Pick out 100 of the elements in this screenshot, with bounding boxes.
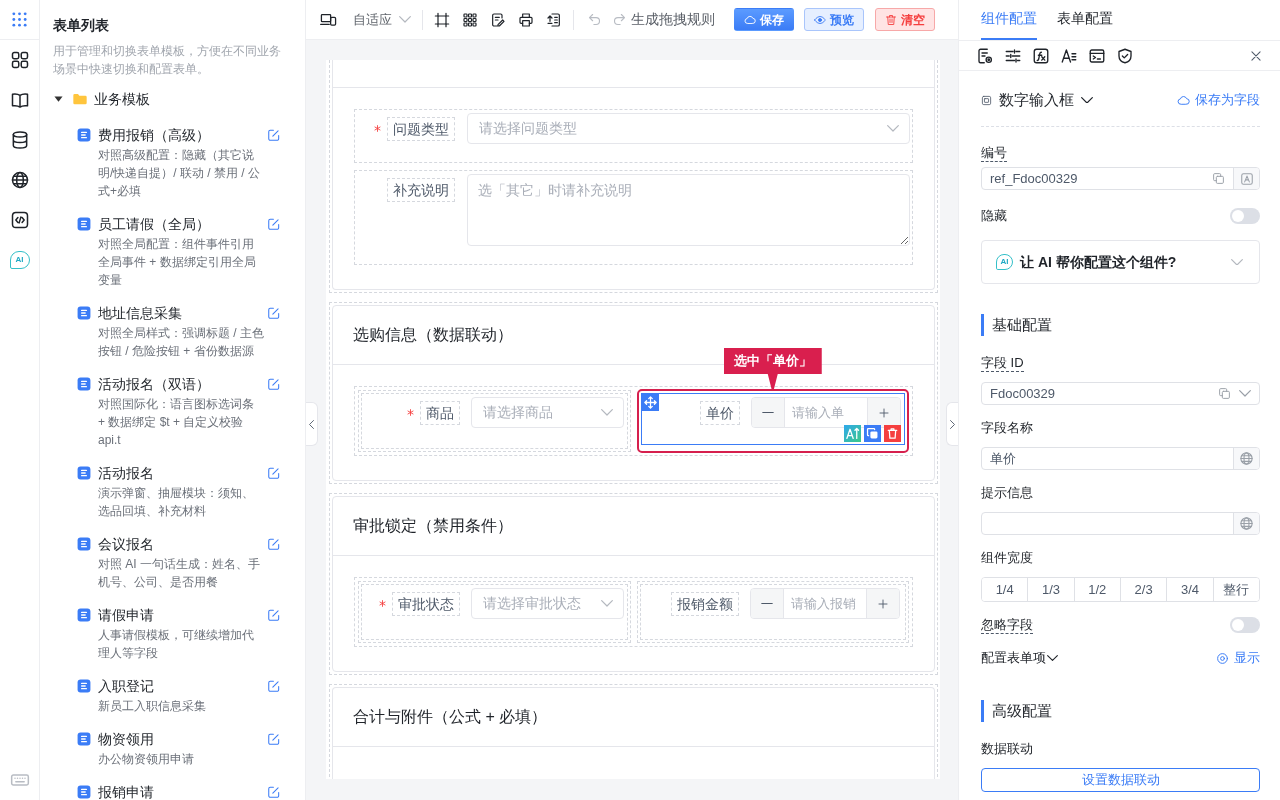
tab[interactable]: 组件配置	[981, 0, 1037, 40]
cloud-icon	[1177, 93, 1190, 107]
text-icon	[1239, 171, 1254, 186]
toggle-switch[interactable]	[1230, 617, 1260, 633]
field-label: 隐藏	[981, 207, 1007, 225]
input-box[interactable]: ref_Fdoc00329	[981, 167, 1260, 190]
minus-icon	[761, 411, 774, 414]
plus-icon	[877, 406, 890, 419]
document-arrow-icon[interactable]	[546, 11, 562, 28]
template-title[interactable]: 入职登记	[98, 676, 264, 696]
chevron-down-icon[interactable]	[1231, 258, 1243, 266]
crop-icon[interactable]	[434, 11, 450, 28]
increment-button[interactable]	[865, 589, 899, 618]
edit-icon[interactable]	[267, 306, 281, 320]
group-title: 高级配置	[981, 700, 1260, 722]
code-icon[interactable]	[9, 210, 30, 230]
chevron-down-icon	[600, 409, 613, 416]
generate-rules-button[interactable]: 生成拖拽规则	[631, 9, 715, 30]
translate-button[interactable]	[1233, 513, 1259, 534]
shield-check-icon[interactable]	[1116, 46, 1134, 65]
edit-icon[interactable]	[267, 732, 281, 746]
grid-icon[interactable]	[9, 50, 30, 70]
chevron-down-icon	[600, 600, 613, 607]
template-title[interactable]: 活动报名（双语）	[98, 374, 264, 394]
show-button[interactable]: 显示	[1216, 648, 1260, 668]
edit-icon[interactable]	[267, 785, 281, 799]
copy-icon[interactable]	[864, 425, 881, 442]
save-as-field-button[interactable]: 保存为字段	[1177, 90, 1260, 110]
edit-icon[interactable]	[267, 679, 281, 693]
field-label: 编号	[981, 144, 1007, 162]
text-format-button[interactable]	[1233, 168, 1259, 189]
textarea-field[interactable]: 选「其它」时请补充说明	[467, 174, 910, 246]
template-title[interactable]: 请假申请	[98, 605, 264, 625]
component-type-dropdown[interactable]: 数字输入框	[981, 88, 1093, 112]
field-label: 忽略字段	[981, 616, 1033, 634]
field-label: 字段名称	[981, 419, 1033, 437]
edit-document-icon[interactable]	[490, 11, 506, 28]
move-icon[interactable]	[641, 394, 659, 411]
devices-icon[interactable]	[320, 11, 337, 28]
edit-icon[interactable]	[267, 466, 281, 480]
document-icon	[77, 785, 91, 799]
edit-icon[interactable]	[267, 608, 281, 622]
globe-icon	[1239, 451, 1254, 466]
apps-icon[interactable]	[11, 11, 28, 28]
template-title[interactable]: 报销申请	[98, 782, 264, 800]
width-option[interactable]: 1/4	[982, 578, 1029, 601]
copy-icon[interactable]	[1218, 387, 1231, 400]
template-description: 对照全局样式：强调标题 / 主色按钮 / 危险按钮 + 省份数据源	[98, 325, 264, 360]
input-box[interactable]	[981, 512, 1260, 535]
copy-icon[interactable]	[1212, 172, 1225, 185]
text-size-icon[interactable]	[844, 425, 861, 442]
plus-icon	[876, 597, 889, 610]
text-style-icon[interactable]	[1060, 46, 1078, 65]
device-mode-dropdown[interactable]: 自适应	[353, 7, 411, 32]
text-input[interactable]: ref_Fdoc00329	[982, 168, 1212, 189]
minus-icon	[760, 602, 773, 605]
input-box[interactable]: 单价	[981, 447, 1260, 470]
template-title[interactable]: 员工请假（全局）	[98, 214, 264, 234]
template-title[interactable]: 物资领用	[98, 729, 264, 749]
book-icon[interactable]	[9, 90, 30, 110]
template-title[interactable]: 地址信息采集	[98, 303, 264, 323]
chevron-down-icon	[1081, 96, 1093, 104]
function-icon[interactable]	[1032, 46, 1050, 65]
selection-tooltip: 选中「单价」	[723, 348, 822, 391]
toggle-switch[interactable]	[1230, 208, 1260, 224]
text-input[interactable]: 单价	[982, 448, 1233, 469]
template-title[interactable]: 费用报销（高级）	[98, 125, 264, 145]
section-title: 合计与附件（公式 + 必填）	[353, 707, 548, 727]
edit-icon[interactable]	[267, 217, 281, 231]
delete-icon[interactable]	[884, 425, 901, 442]
template-title[interactable]: 活动报名	[98, 463, 264, 483]
tab[interactable]: 表单配置	[1057, 0, 1113, 40]
template-title[interactable]: 会议报名	[98, 534, 264, 554]
document-icon	[77, 128, 91, 142]
edit-icon[interactable]	[267, 377, 281, 391]
edit-icon[interactable]	[267, 537, 281, 551]
number-stepper[interactable]: 请输入单	[750, 397, 901, 428]
printer-icon[interactable]	[518, 11, 534, 28]
folder-icon	[72, 91, 88, 107]
folder-label[interactable]: 业务模板	[94, 88, 150, 110]
number-stepper[interactable]: 请输入报销	[749, 588, 900, 619]
grid-icon[interactable]	[462, 11, 478, 28]
form-item-toggle[interactable]: 配置表单项	[981, 648, 1058, 668]
sliders-icon[interactable]	[1004, 46, 1022, 65]
template-description: 对照高级配置：隐藏（其它说明/快递自提）/ 联动 / 禁用 / 公式+必填	[98, 147, 261, 200]
data-linkage-button[interactable]: 设置数据联动	[981, 768, 1260, 792]
edit-icon[interactable]	[267, 128, 281, 142]
close-icon[interactable]	[1249, 48, 1263, 63]
field-label: 补充说明	[387, 177, 455, 202]
document-icon	[77, 732, 91, 746]
globe-icon[interactable]	[9, 170, 30, 190]
form-settings-icon[interactable]	[976, 46, 994, 65]
template-description: 办公物资领用申请	[98, 751, 195, 768]
ai-helper-panel[interactable]: AI 让 AI 帮你配置这个组件?	[981, 240, 1260, 284]
select-field[interactable]: Fdoc00329	[981, 382, 1260, 405]
caret-icon[interactable]	[54, 95, 63, 103]
terminal-icon[interactable]	[1088, 46, 1106, 65]
translate-button[interactable]	[1233, 448, 1259, 469]
field-label: 报销金额	[670, 591, 739, 616]
template-description: 对照国际化：语言图标选词条 + 数据绑定 $t + 自定义校验 api.t	[98, 396, 255, 449]
